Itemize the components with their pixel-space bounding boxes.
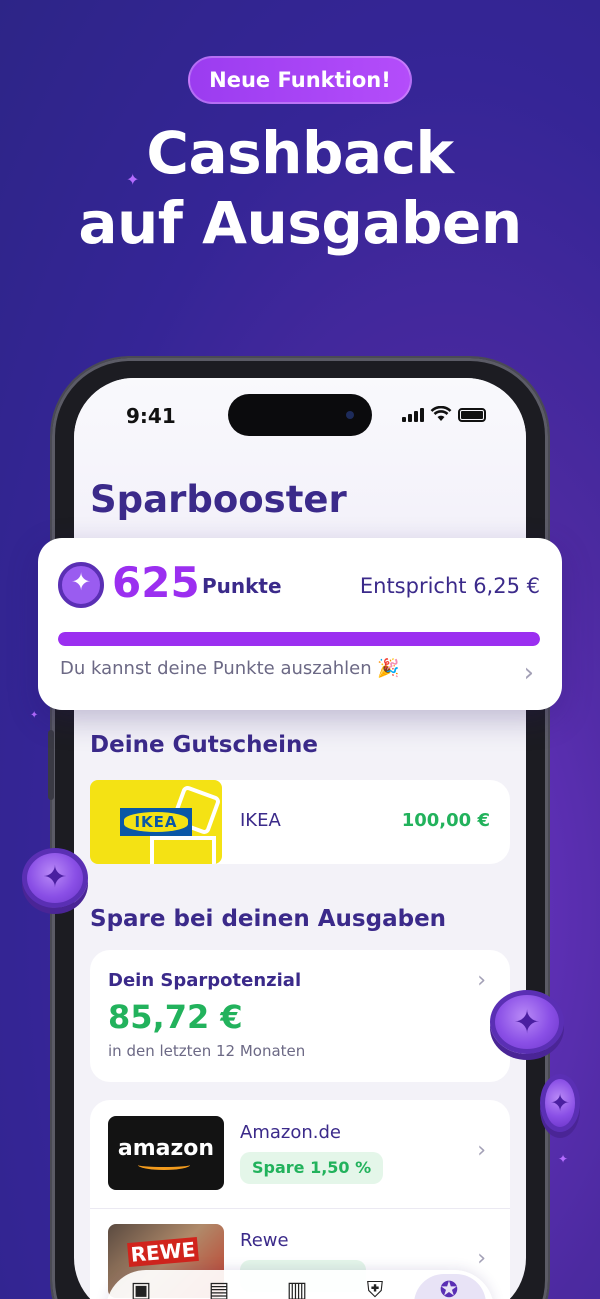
savings-section-title: Spare bei deinen Ausgaben — [90, 906, 447, 932]
voucher-amount: 100,00 € — [401, 810, 490, 831]
shop-name: Amazon.de — [240, 1122, 341, 1143]
coin-icon — [490, 990, 564, 1054]
promo-headline: Cashback auf Ausgaben — [0, 118, 600, 258]
booster-icon[interactable]: ✪ — [436, 1280, 462, 1299]
new-feature-badge: Neue Funktion! — [188, 56, 412, 104]
home-icon[interactable]: ▣ — [128, 1280, 154, 1299]
coin-icon — [22, 848, 88, 908]
savings-potential-period: in den letzten 12 Monaten — [108, 1042, 306, 1060]
points-progress-bar — [58, 632, 540, 646]
ikea-voucher-image: IKEA — [90, 780, 222, 864]
chart-icon[interactable]: ▥ — [284, 1280, 310, 1299]
ikea-logo: IKEA — [120, 808, 192, 836]
chevron-right-icon: › — [477, 968, 486, 993]
amazon-logo: amazon — [108, 1116, 224, 1190]
coin-icon — [540, 1074, 580, 1132]
chevron-right-icon: › — [477, 1138, 486, 1163]
cashback-rate-badge: Spare 1,50 % — [240, 1152, 384, 1184]
wallet-icon[interactable]: ▤ — [206, 1280, 232, 1299]
sparkle-icon: ✦ — [558, 1152, 569, 1166]
page-title: Sparbooster — [90, 478, 347, 521]
wifi-icon — [430, 406, 452, 421]
voucher-name: IKEA — [240, 810, 281, 831]
volume-button — [48, 730, 54, 800]
status-time: 9:41 — [126, 404, 176, 428]
phone-screen: 9:41 Sparbooster Deine Gutscheine IKEA I… — [74, 378, 526, 1299]
voucher-card-ikea[interactable]: IKEA IKEA 100,00 € — [90, 780, 510, 864]
chevron-right-icon: › — [477, 1246, 486, 1271]
savings-potential-value: 85,72 € — [108, 998, 243, 1036]
points-equivalent: Entspricht 6,25 € — [359, 574, 540, 598]
battery-icon — [458, 408, 486, 422]
signal-icon — [402, 408, 424, 422]
points-unit: Punkte — [202, 574, 282, 598]
points-progress-fill — [58, 632, 540, 646]
status-icons — [402, 406, 486, 422]
chevron-right-icon: › — [523, 658, 534, 688]
shield-icon[interactable]: ⛨ — [362, 1280, 388, 1299]
headline-line-1: Cashback — [146, 119, 454, 187]
headline-line-2: auf Ausgaben — [78, 189, 522, 257]
points-card[interactable]: 625 Punkte Entspricht 6,25 € Du kannst d… — [38, 538, 562, 710]
shop-name: Rewe — [240, 1230, 289, 1251]
points-coin-icon — [58, 562, 104, 608]
payout-message: Du kannst deine Punkte auszahlen 🎉 — [60, 658, 400, 679]
shop-row-amazon[interactable]: amazon Amazon.de Spare 1,50 % › — [90, 1100, 510, 1208]
savings-potential-label: Dein Sparpotenzial — [108, 970, 302, 991]
points-value: 625 — [112, 558, 200, 607]
camera-icon — [346, 411, 354, 419]
sparkle-icon: ✦ — [30, 710, 39, 721]
vouchers-section-title: Deine Gutscheine — [90, 732, 318, 758]
sparkle-icon: ✦ — [126, 170, 140, 189]
tab-bar: ▣ ▤ ▥ ⛨ ✪ — [106, 1270, 494, 1299]
savings-potential-card[interactable]: Dein Sparpotenzial 85,72 € in den letzte… — [90, 950, 510, 1082]
